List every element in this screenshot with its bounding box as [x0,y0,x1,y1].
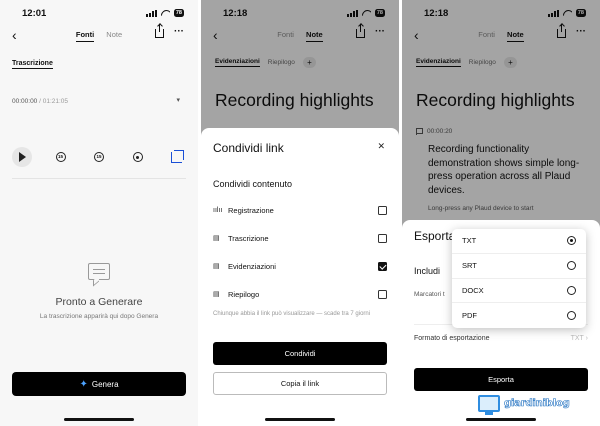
close-icon[interactable]: ✕ [377,141,385,152]
tab-sources[interactable]: Fonti [75,30,95,42]
format-option-label: DOCX [462,285,484,295]
copy-link-button[interactable]: Copia il link [213,372,387,395]
format-option-srt[interactable]: SRT [452,254,586,279]
option-summary[interactable]: ▤ Riepilogo [213,287,387,301]
markers-label: Marcatori t [414,291,445,298]
signal-icon [145,9,157,17]
chevron-down-icon[interactable]: ▾ [176,96,180,104]
watermark: giardiniblog [478,392,590,415]
waveform-icon: ıılıı [213,206,223,214]
export-button[interactable]: Esporta [414,368,588,391]
tab-notes[interactable]: Note [106,30,122,39]
option-label: Trascrizione [228,233,269,243]
sheet-title: Esporta [414,229,456,243]
share-icon[interactable] [155,24,164,38]
format-option-label: PDF [462,311,477,321]
radio-selected[interactable] [567,236,576,246]
playback-time: 00:00:00 / 01:21:05 [12,98,68,105]
wifi-icon [161,10,170,17]
format-option-pdf[interactable]: PDF [452,303,586,328]
generate-button[interactable]: ✦ Genera [12,372,186,396]
empty-state-title: Pronto a Generare [55,296,143,308]
battery-icon: 78 [173,9,184,17]
player-controls: 15 15 [12,146,186,168]
document-icon: ▤ [213,263,220,270]
checkbox[interactable] [378,289,387,299]
more-icon[interactable]: ··· [174,26,184,37]
option-highlights[interactable]: ▤ Evidenziazioni [213,259,387,273]
sparkle-icon: ✦ [79,378,88,390]
watermark-text: giardiniblog [504,397,570,409]
divider [12,178,186,179]
format-value: TXT › [570,335,588,342]
checkbox-checked[interactable] [378,261,387,271]
option-recording[interactable]: ıılıı Registrazione [213,203,387,217]
option-label: Riepilogo [228,289,260,299]
monitor-icon [478,394,500,415]
chat-bubble-icon [88,263,110,280]
ai-icon [132,152,143,162]
checkbox[interactable] [378,205,387,215]
screen-export: 12:18 78 ‹ Fonti Note ··· Evidenziazioni… [402,0,600,426]
home-indicator [64,418,134,421]
format-option-txt[interactable]: TXT [452,229,586,254]
transcript-tab[interactable]: Trascrizione [12,60,53,69]
crop-icon [170,149,184,163]
share-sheet: Condividi link ✕ Condividi contenuto ııl… [201,128,399,426]
play-icon [12,147,32,167]
play-button[interactable] [12,147,32,167]
radio[interactable] [567,285,576,295]
screen-sources: 12:01 78 ‹ Fonti Note ··· Trascrizione 0… [0,0,198,426]
ai-button[interactable] [128,147,148,167]
rewind-icon: 15 [55,152,66,162]
share-content-heading: Condividi contenuto [213,179,293,189]
format-dropdown: TXT SRT DOCX PDF [452,229,586,328]
export-format-row[interactable]: Formato di esportazione TXT › [414,335,588,342]
sheet-title: Condividi link [213,141,284,155]
format-option-label: SRT [462,261,477,271]
radio[interactable] [567,311,576,321]
option-label: Registrazione [228,205,274,215]
empty-state-subtitle: La trascrizione apparirà qui dopo Genera [39,313,159,320]
current-time: 00:00:00 [12,98,38,105]
screen-share-link: 12:18 78 ‹ Fonti Note ··· Evidenziazioni… [201,0,399,426]
home-indicator [466,418,536,421]
format-option-label: TXT [462,236,477,246]
crop-button[interactable] [166,147,186,167]
nav-bar: ‹ Fonti Note ··· [0,24,198,46]
rewind-button[interactable]: 15 [51,147,71,167]
document-icon: ▤ [213,291,220,298]
forward-button[interactable]: 15 [89,147,109,167]
format-label: Formato di esportazione [414,335,490,342]
share-button[interactable]: Condividi [213,342,387,365]
radio[interactable] [567,261,576,271]
forward-icon: 15 [94,152,104,162]
status-bar: 12:01 78 [0,0,198,26]
link-expiry-note: Chiunque abbia il link può visualizzare … [213,311,371,317]
checkbox[interactable] [378,233,387,243]
option-transcript[interactable]: ▤ Trascrizione [213,231,387,245]
home-indicator [265,418,335,421]
format-option-docx[interactable]: DOCX [452,279,586,304]
include-heading: Includi [414,266,441,276]
status-time: 12:01 [22,8,47,19]
generate-label: Genera [91,379,119,389]
total-time: / 01:21:05 [39,98,69,105]
option-label: Evidenziazioni [228,261,276,271]
document-icon: ▤ [213,235,220,242]
